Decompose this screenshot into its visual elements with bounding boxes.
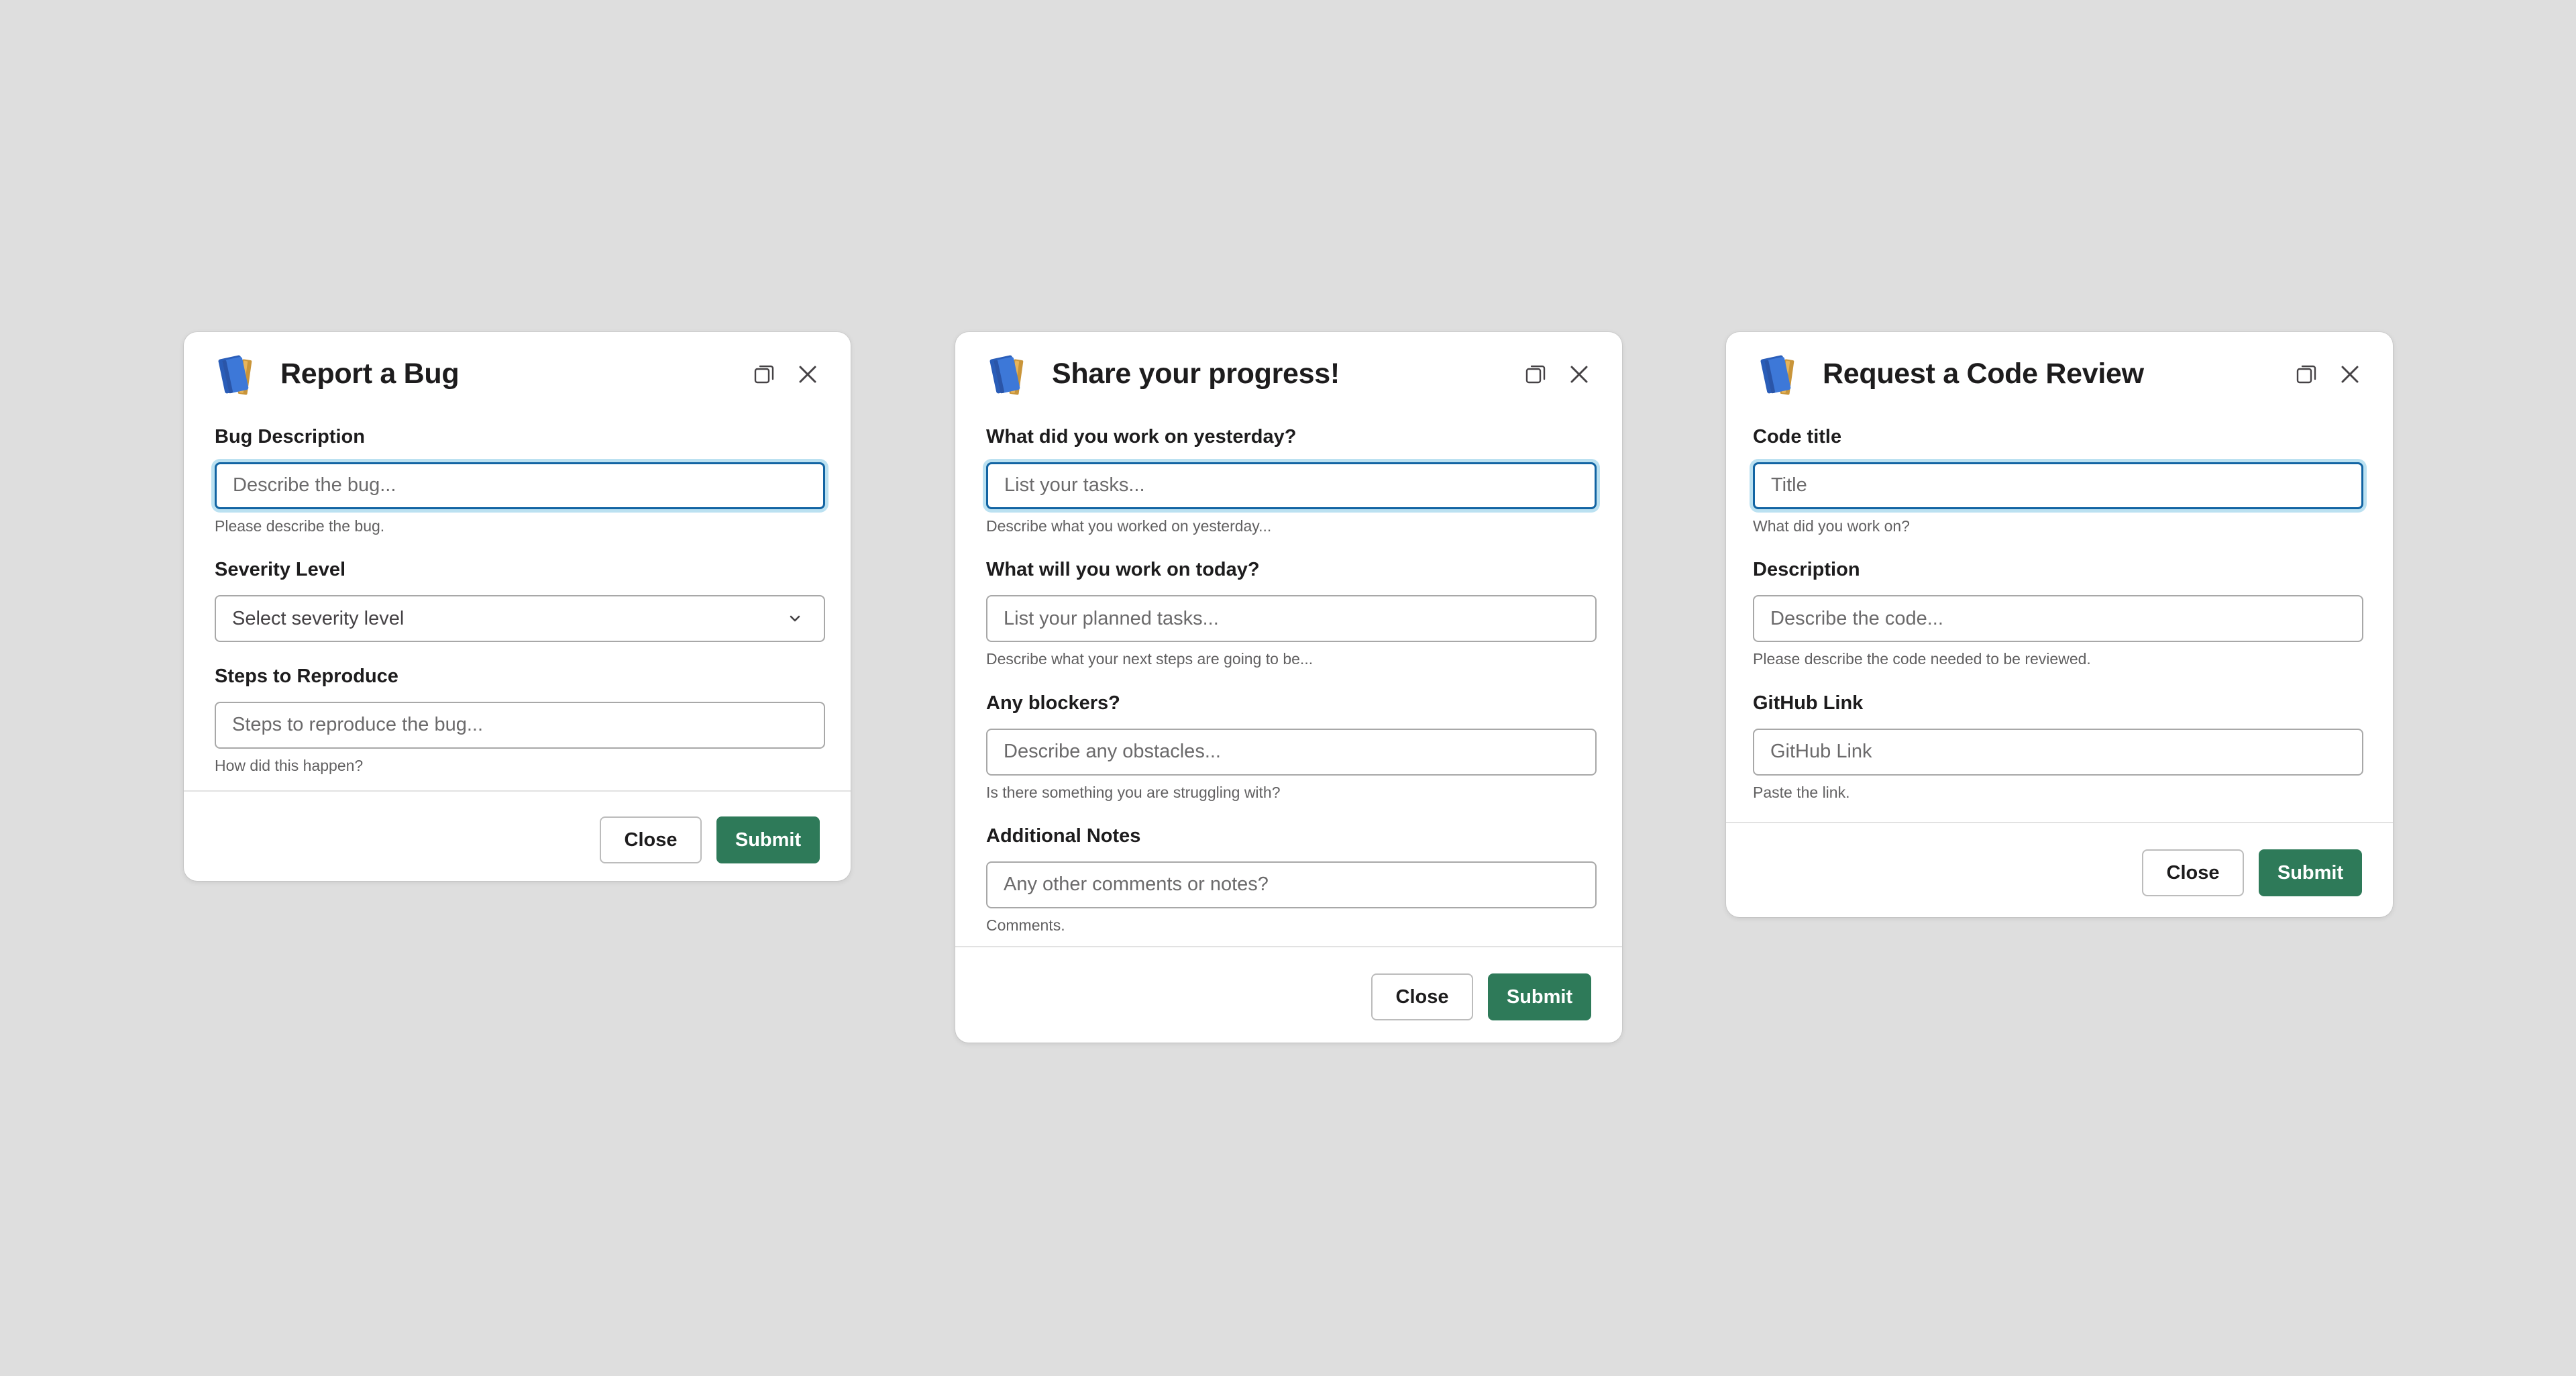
modal-title: Share your progress! (1052, 358, 1340, 390)
steps-to-reproduce-label: Steps to Reproduce (215, 666, 398, 688)
code-title-hint: What did you work on? (1753, 517, 1910, 535)
footer-divider (184, 790, 851, 792)
submit-button[interactable]: Submit (716, 816, 820, 863)
bug-description-input[interactable] (215, 462, 825, 509)
description-input[interactable] (1753, 595, 2363, 643)
modal-footer: Close Submit (2142, 849, 2362, 896)
close-icon[interactable] (2335, 360, 2365, 389)
bug-description-label: Bug Description (215, 426, 365, 447)
code-review-modal: Request a Code Review Code title What di… (1726, 332, 2393, 917)
restore-window-icon[interactable] (1521, 360, 1551, 389)
today-hint: Describe what your next steps are going … (986, 650, 1313, 668)
modal-header: Share your progress! (955, 332, 1622, 416)
restore-window-icon[interactable] (750, 360, 780, 389)
blockers-input[interactable] (986, 728, 1597, 776)
report-bug-modal: Report a Bug Bug Description Please desc… (184, 332, 851, 881)
code-title-input[interactable] (1753, 462, 2363, 509)
additional-notes-input[interactable] (986, 861, 1597, 908)
yesterday-label: What did you work on yesterday? (986, 426, 1297, 447)
additional-notes-hint: Comments. (986, 916, 1065, 934)
yesterday-hint: Describe what you worked on yesterday... (986, 517, 1272, 535)
description-hint: Please describe the code needed to be re… (1753, 650, 2091, 668)
steps-to-reproduce-input[interactable] (215, 701, 825, 749)
severity-level-value: Select severity level (232, 607, 405, 629)
github-link-input[interactable] (1753, 728, 2363, 776)
submit-button[interactable]: Submit (2259, 849, 2362, 896)
severity-level-select[interactable]: Select severity level (215, 595, 825, 643)
close-button[interactable]: Close (600, 816, 702, 863)
modal-title: Report a Bug (280, 358, 460, 390)
modal-header: Report a Bug (184, 332, 851, 416)
today-label: What will you work on today? (986, 559, 1260, 581)
notebook-icon (1757, 350, 1805, 399)
footer-divider (1726, 822, 2393, 823)
restore-window-icon[interactable] (2292, 360, 2322, 389)
footer-divider (955, 946, 1622, 947)
close-button[interactable]: Close (2142, 849, 2244, 896)
bug-description-hint: Please describe the bug. (215, 517, 385, 535)
additional-notes-label: Additional Notes (986, 825, 1141, 847)
submit-button[interactable]: Submit (1488, 973, 1591, 1020)
code-title-label: Code title (1753, 426, 1842, 447)
close-icon[interactable] (1564, 360, 1594, 389)
share-progress-modal: Share your progress! What did you work o… (955, 332, 1622, 1043)
modal-footer: Close Submit (1371, 973, 1591, 1020)
notebook-icon (986, 350, 1034, 399)
today-input[interactable] (986, 595, 1597, 643)
modal-footer: Close Submit (600, 816, 820, 863)
modal-header: Request a Code Review (1726, 332, 2393, 416)
github-link-hint: Paste the link. (1753, 783, 1850, 801)
blockers-hint: Is there something you are struggling wi… (986, 783, 1281, 801)
notebook-icon (215, 350, 263, 399)
close-icon[interactable] (793, 360, 822, 389)
steps-to-reproduce-hint: How did this happen? (215, 756, 364, 774)
github-link-label: GitHub Link (1753, 692, 1864, 714)
description-label: Description (1753, 559, 1860, 581)
chevron-down-icon (786, 610, 804, 627)
blockers-label: Any blockers? (986, 692, 1120, 714)
modal-title: Request a Code Review (1823, 358, 2144, 390)
yesterday-input[interactable] (986, 462, 1597, 509)
severity-level-label: Severity Level (215, 559, 346, 581)
close-button[interactable]: Close (1371, 973, 1473, 1020)
